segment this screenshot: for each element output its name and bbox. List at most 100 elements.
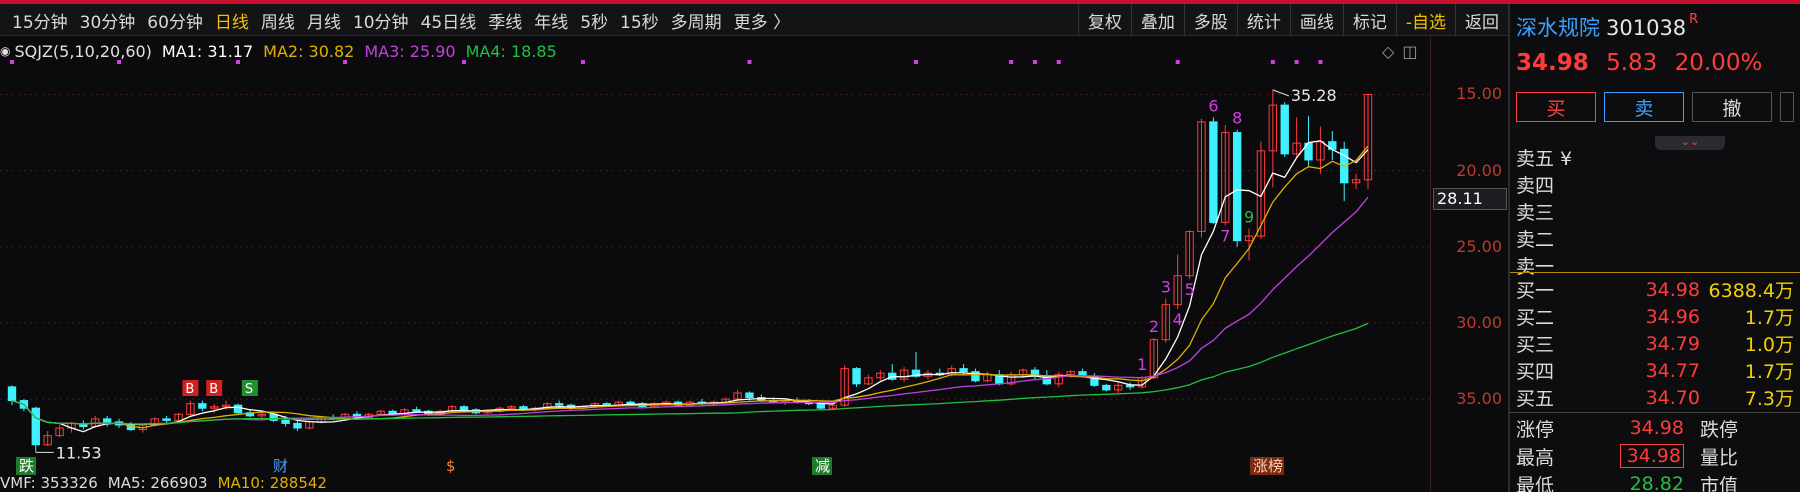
toolbar-action-4[interactable]: 画线 [1289, 4, 1343, 36]
buy-signal: B [209, 382, 218, 397]
period-tab-8[interactable]: 季线 [488, 8, 522, 33]
bids-price: 34.96 [1645, 305, 1700, 328]
candle-body [459, 406, 469, 411]
panel-toggle-icon[interactable]: ◫ [1402, 42, 1417, 61]
chart-toolbar: 15分钟 30分钟 60分钟 日线 周线 月线 10分钟 45日线 季线 年线 5秒 15秒 多周期 更多… [0, 4, 1508, 36]
bids-row[interactable]: 买三 34.79 1.0万 [1510, 330, 1800, 357]
stock-tag: R [1689, 12, 1699, 27]
price-axis-tick: 15.00 [1456, 84, 1502, 104]
period-tab-2[interactable]: 60分钟 [147, 8, 203, 33]
candle-body [31, 407, 40, 446]
orderbook-divider [1510, 272, 1800, 273]
asks-row[interactable]: 卖三 [1510, 198, 1800, 225]
asks-label: 卖三 [1516, 202, 1555, 224]
toolbar-action-1[interactable]: 叠加 [1130, 4, 1184, 36]
asks-label: 卖五 ¥ [1516, 148, 1573, 170]
signal-dot [914, 60, 918, 64]
bids-label: 买三 [1516, 334, 1555, 356]
nine-count-label: 4 [1173, 310, 1183, 329]
asks-row[interactable]: 卖一 [1510, 252, 1800, 279]
candle-body [293, 422, 302, 429]
chart-actions: 复权 叠加 多股 统计 画线 标记 -自选 返回 [1077, 4, 1508, 36]
period-tab-13[interactable]: 更多 〉 [734, 8, 790, 33]
price-change-pct: 20.00% [1674, 50, 1763, 76]
buy-button[interactable]: 买 [1516, 92, 1596, 122]
period-tab-7[interactable]: 45日线 [421, 8, 477, 33]
kline-chart[interactable]: 35.28 11.53 12 345 6 7 8 9 B B S 跌 财 $ 减 涨榜 [0, 36, 1430, 492]
toolbar-action-6[interactable]: -自选 [1395, 4, 1455, 36]
toolbar-action-3[interactable]: 统计 [1236, 4, 1290, 36]
signal-dot [117, 60, 122, 64]
signal-dot [1175, 60, 1180, 64]
period-tab-9[interactable]: 年线 [534, 8, 568, 33]
sell-button[interactable]: 卖 [1604, 92, 1684, 122]
toolbar-action-7[interactable]: 返回 [1455, 4, 1508, 36]
period-tab-3[interactable]: 日线 [215, 8, 249, 33]
bids-volume: 7.3万 [1744, 388, 1794, 410]
volume-legend: VMF: 353326 MA5: 266903 MA10: 288542 [0, 474, 327, 492]
bids-row[interactable]: 买四 34.77 1.7万 [1510, 357, 1800, 384]
candle-body [281, 419, 290, 424]
signal-dot [343, 60, 348, 64]
candle-body [7, 386, 17, 402]
period-tab-10[interactable]: 5秒 [580, 8, 608, 33]
candle-body [816, 403, 826, 409]
nine-count-label: 1 [1137, 355, 1147, 374]
bids-row[interactable]: 买一 34.98 6388.4万 [1510, 276, 1800, 303]
candle-body [1209, 121, 1218, 223]
bids-label: 买二 [1516, 307, 1555, 329]
bids-price: 34.70 [1645, 386, 1700, 409]
signal-dot [1294, 60, 1299, 64]
chart-corner-icons: ◇ ◫ [1382, 42, 1417, 61]
stock-name[interactable]: 深水规院 [1516, 16, 1600, 40]
period-tab-4[interactable]: 周线 [261, 8, 295, 33]
nine-count-label: 2 [1149, 317, 1159, 336]
bids-row[interactable]: 买二 34.96 1.7万 [1510, 303, 1800, 330]
current-price-marker: 28.11 [1433, 188, 1507, 211]
bids-volume: 1.0万 [1744, 334, 1794, 356]
period-tab-6[interactable]: 10分钟 [353, 8, 409, 33]
asks-row[interactable]: 卖五 ¥ [1510, 144, 1800, 171]
asks-label: 卖二 [1516, 229, 1555, 251]
signal-dot [1009, 60, 1014, 64]
bids-label: 买五 [1516, 388, 1555, 410]
candle-body [554, 403, 564, 406]
period-tab-5[interactable]: 月线 [307, 8, 341, 33]
more-button[interactable] [1780, 92, 1794, 122]
stat-label: 最低 [1516, 474, 1555, 492]
bids-row[interactable]: 买五 34.70 7.3万 [1510, 384, 1800, 411]
candle-body [745, 392, 754, 399]
period-tab-0[interactable]: 15分钟 [12, 8, 68, 33]
diamond-icon[interactable]: ◇ [1382, 42, 1394, 61]
bids-label: 买四 [1516, 361, 1555, 383]
last-price: 34.98 [1516, 50, 1589, 76]
price-axis-tick: 35.00 [1456, 389, 1502, 409]
candle-body [1232, 132, 1242, 242]
toolbar-action-0[interactable]: 复权 [1077, 4, 1131, 36]
period-tab-12[interactable]: 多周期 [671, 8, 722, 33]
asks-label: 卖四 [1516, 175, 1555, 197]
period-tab-1[interactable]: 30分钟 [80, 8, 136, 33]
price-axis-tick: 25.00 [1456, 236, 1502, 256]
candle-body [626, 401, 635, 405]
bids-price: 34.77 [1645, 359, 1700, 382]
quote-panel: 深水规院 301038 R 34.98 5.83 20.00% 买 卖 撤 ⌄⌄ 卖… [1510, 4, 1800, 492]
event-marker: $ [446, 457, 456, 475]
candle-body [602, 403, 611, 406]
candle-body [1102, 384, 1111, 391]
stat-row: 涨停 34.98 跌停 [1510, 414, 1800, 442]
bids-price: 34.98 [1645, 278, 1700, 301]
cancel-order-button[interactable]: 撤 [1692, 92, 1772, 122]
stat-label-secondary: 市值 [1700, 474, 1739, 492]
price-axis-tick: 20.00 [1456, 160, 1502, 180]
toolbar-action-2[interactable]: 多股 [1183, 4, 1237, 36]
toolbar-action-5[interactable]: 标记 [1342, 4, 1396, 36]
asks-row[interactable]: 卖二 [1510, 225, 1800, 252]
stat-row: 最低 28.82 市值 [1510, 470, 1800, 492]
vma5-value: MA5: 266903 [107, 474, 208, 492]
price-change: 5.83 [1606, 50, 1658, 76]
signal-dot [1056, 60, 1061, 64]
asks-row[interactable]: 卖四 [1510, 171, 1800, 198]
signal-dot [580, 60, 585, 64]
period-tab-11[interactable]: 15秒 [620, 8, 659, 33]
